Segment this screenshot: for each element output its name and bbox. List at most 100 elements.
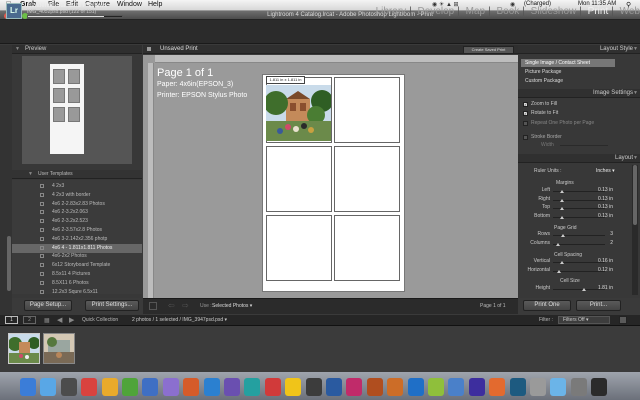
- margin-value[interactable]: 0.13 in: [591, 187, 613, 194]
- filter-dropdown[interactable]: Filters Off ▾: [558, 316, 610, 324]
- layout-style-header[interactable]: Layout Style ▼: [518, 45, 640, 54]
- dock-app-icon[interactable]: [264, 378, 281, 396]
- first-page-icon[interactable]: [149, 302, 157, 310]
- dock-app-icon[interactable]: [101, 378, 118, 396]
- create-saved-print-button[interactable]: Create Saved Print: [463, 46, 514, 54]
- repeat-one-photo-checkbox[interactable]: [523, 121, 528, 126]
- placed-photo[interactable]: [266, 85, 331, 141]
- filmstrip-thumbnail[interactable]: [8, 333, 40, 364]
- dock-app-icon[interactable]: [570, 378, 587, 396]
- secondary-window-button[interactable]: 2: [23, 316, 36, 324]
- module-web[interactable]: Web: [620, 6, 640, 17]
- menu-window[interactable]: Window: [117, 1, 142, 8]
- image-settings-header[interactable]: Image Settings ▼: [518, 89, 640, 98]
- template-item[interactable]: 4x6 2-3.57x2.8 Photos: [12, 226, 142, 235]
- spacing-value[interactable]: 0.12 in: [591, 267, 613, 274]
- module-develop[interactable]: Develop: [418, 6, 455, 17]
- margin-value[interactable]: 0.13 in: [591, 196, 613, 203]
- use-selector[interactable]: Selected Photos ▾: [212, 303, 252, 309]
- margin-slider-knob[interactable]: [560, 215, 565, 219]
- grid-view-icon[interactable]: ▦: [44, 317, 50, 324]
- template-item[interactable]: 4x6 4 - 1.811x1.811 Photos: [12, 243, 142, 253]
- template-item[interactable]: 8.5X11 6 Photos: [12, 279, 142, 288]
- template-item[interactable]: 12.2x3 Squre 6.5x11: [12, 288, 142, 294]
- left-scrollbar[interactable]: [7, 236, 11, 291]
- dock-app-icon[interactable]: [346, 378, 363, 396]
- dock-app-icon[interactable]: [203, 378, 220, 396]
- print-cell[interactable]: [334, 77, 400, 143]
- margin-value[interactable]: 0.13 in: [591, 204, 613, 211]
- layout-style-single-image[interactable]: Single Image / Contact Sheet: [521, 59, 615, 67]
- print-one-button[interactable]: Print One: [523, 300, 571, 311]
- template-item[interactable]: 4x6-2x2 Photos: [12, 252, 142, 261]
- dock-app-icon[interactable]: [407, 378, 424, 396]
- template-item[interactable]: 4 2x3 with border: [12, 191, 142, 200]
- collapse-triangle-icon[interactable]: ▼: [633, 89, 638, 98]
- back-arrow-icon[interactable]: ◀: [57, 316, 62, 324]
- dock-app-icon[interactable]: [366, 378, 383, 396]
- rotate-to-fit-checkbox[interactable]: ✓: [523, 111, 528, 116]
- dock-app-icon[interactable]: [183, 378, 200, 396]
- right-scrollbar[interactable]: [632, 165, 638, 295]
- spacing-slider-knob[interactable]: [557, 269, 562, 273]
- margin-slider-knob[interactable]: [560, 190, 565, 193]
- dock-app-icon[interactable]: [489, 378, 506, 396]
- template-item[interactable]: 4x6 2-3.2x2.523: [12, 217, 142, 226]
- dock-app-icon[interactable]: [122, 378, 138, 396]
- collapse-triangle-icon[interactable]: ▼: [633, 154, 638, 163]
- dock-app-icon[interactable]: [81, 378, 98, 396]
- right-scrollbar-thumb[interactable]: [633, 165, 637, 225]
- dock-app-icon[interactable]: [448, 378, 465, 396]
- module-map[interactable]: Map: [466, 6, 485, 17]
- dock-app-icon[interactable]: [20, 378, 36, 396]
- filter-lock-icon[interactable]: [619, 316, 627, 324]
- module-slideshow[interactable]: Slideshow: [531, 6, 577, 17]
- module-print[interactable]: Print: [588, 6, 609, 17]
- template-item[interactable]: 4x6 3-2.142x2.356 photp: [12, 235, 142, 244]
- layout-header[interactable]: Layout ▼: [518, 154, 640, 163]
- spacing-slider-knob[interactable]: [559, 261, 564, 264]
- module-book[interactable]: Book: [496, 6, 519, 17]
- dock-app-icon[interactable]: [550, 378, 567, 396]
- next-page-icon[interactable]: ⇨: [182, 301, 189, 310]
- dock-app-icon[interactable]: [305, 378, 322, 396]
- stroke-width-slider[interactable]: [560, 145, 608, 146]
- template-item[interactable]: 4 2x3: [12, 182, 142, 191]
- print-settings-button[interactable]: Print Settings...: [85, 300, 139, 311]
- spacing-value[interactable]: 0.16 in: [591, 258, 613, 265]
- dock-app-icon[interactable]: [162, 378, 179, 396]
- collapse-triangle-icon[interactable]: ▼: [633, 45, 638, 54]
- print-cell[interactable]: [334, 215, 400, 281]
- dock-app-icon[interactable]: [530, 378, 546, 396]
- dock-app-icon[interactable]: [60, 378, 77, 396]
- print-cell[interactable]: [266, 215, 332, 281]
- menu-help[interactable]: Help: [148, 1, 162, 8]
- template-item[interactable]: 4x6 2-3.2x2.063: [12, 208, 142, 217]
- dock-app-icon[interactable]: [142, 378, 159, 396]
- dock-app-icon[interactable]: [40, 378, 57, 396]
- primary-window-button[interactable]: 1: [5, 316, 18, 324]
- margin-slider-knob[interactable]: [560, 207, 565, 210]
- filmstrip-source[interactable]: Quick Collection: [82, 317, 118, 323]
- dock-app-icon[interactable]: [468, 378, 485, 396]
- folder-expand-icon[interactable]: ▼: [28, 171, 33, 177]
- dock-app-icon[interactable]: [387, 378, 404, 396]
- grid-slider-knob[interactable]: [561, 234, 566, 237]
- filmstrip-thumbnail[interactable]: [43, 333, 75, 364]
- collapse-triangle-icon[interactable]: ▼: [15, 45, 20, 54]
- dock-app-icon[interactable]: [244, 378, 261, 396]
- margin-value[interactable]: 0.13 in: [591, 213, 613, 220]
- template-item[interactable]: 8.5x11 4 Pictures: [12, 270, 142, 279]
- layout-style-custom-package[interactable]: Custom Package: [521, 77, 615, 85]
- filmstrip-selection-info[interactable]: 2 photos / 1 selected / IMG_3947psd.psd …: [132, 317, 227, 323]
- cell-size-value[interactable]: 1.81 in: [591, 285, 613, 292]
- stroke-border-checkbox[interactable]: [523, 135, 528, 140]
- dock-app-icon[interactable]: [509, 378, 526, 396]
- print-button[interactable]: Print...: [576, 300, 621, 311]
- print-cell[interactable]: [266, 146, 332, 212]
- layout-style-picture-package[interactable]: Picture Package: [521, 68, 615, 76]
- template-item[interactable]: 4x6 2-2.83x2.83 Photos: [12, 200, 142, 209]
- print-cell[interactable]: [334, 146, 400, 212]
- grid-value[interactable]: 3: [591, 231, 613, 238]
- prev-page-icon[interactable]: ⇦: [168, 301, 175, 310]
